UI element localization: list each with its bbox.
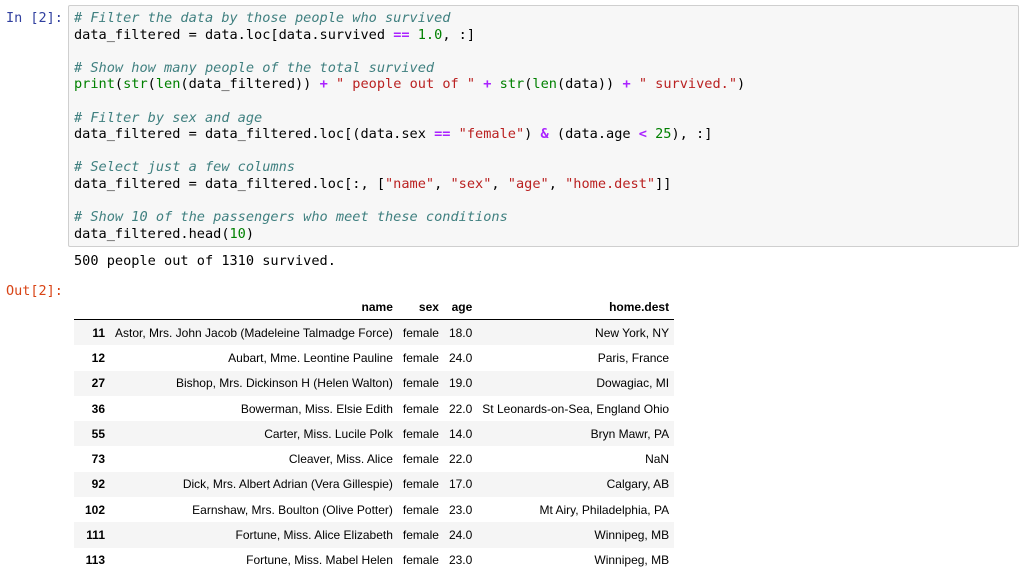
comment-line: # Filter the data by those people who su… xyxy=(74,10,451,26)
table-row: 36 Bowerman, Miss. Elsie Edith female 22.0 S… xyxy=(74,396,674,421)
index-header xyxy=(74,295,110,320)
home-dest-cell: New York, NY xyxy=(595,325,670,340)
sex-cell: female xyxy=(402,528,439,543)
name-cell: Bowerman, Miss. Elsie Edith xyxy=(240,401,393,416)
column-header: home.dest xyxy=(477,295,675,320)
row-index: 73 xyxy=(91,452,105,467)
comment-line: # Show how many people of the total surv… xyxy=(74,59,435,76)
column-header: sex xyxy=(397,295,444,320)
age-cell: 22.0 xyxy=(448,452,473,467)
code-editor[interactable]: # Filter the data by those people who su… xyxy=(74,10,745,242)
sex-cell: female xyxy=(402,350,439,365)
name-cell: Fortune, Miss. Alice Elizabeth xyxy=(235,528,393,543)
column-header: age xyxy=(443,295,478,320)
row-index: 11 xyxy=(92,325,105,340)
sex-cell: female xyxy=(402,553,439,568)
input-prompt: In [2]: xyxy=(6,10,63,26)
stdout-output: 500 people out of 1310 survived. xyxy=(74,253,336,269)
table-row: 92 Dick, Mrs. Albert Adrian (Vera Gillesp… xyxy=(74,471,675,498)
home-dest-cell: Calgary, AB xyxy=(606,477,670,492)
sex-cell: female xyxy=(402,502,439,517)
table-row: 102 Earnshaw, Mrs. Boulton (Olive Potter)… xyxy=(74,497,674,522)
row-index: 92 xyxy=(91,477,105,492)
row-index: 111 xyxy=(86,528,105,543)
comment-line: # Show 10 of the passengers who meet the… xyxy=(74,209,508,226)
table-row: 11 Astor, Mrs. John Jacob (Madeleine Talm… xyxy=(74,319,675,346)
table-row: 111 Fortune, Miss. Alice Elizabeth female 2… xyxy=(74,522,675,548)
sex-cell: female xyxy=(402,426,439,441)
table-row: 55 Carter, Miss. Lucile Polk female 14.0 Bry… xyxy=(74,421,675,447)
home-dest-cell: NaN xyxy=(645,452,670,467)
comment-line: # Select just a few columns xyxy=(74,159,295,176)
name-cell: Aubart, Mme. Leontine Pauline xyxy=(228,350,393,365)
table-row: 27 Bishop, Mrs. Dickinson H (Helen Walton… xyxy=(74,370,675,396)
row-index: 36 xyxy=(91,401,105,416)
age-cell: 22.0 xyxy=(448,401,473,416)
table-row: 73 Cleaver, Miss. Alice female 22.0 NaN xyxy=(74,446,674,471)
age-cell: 19.0 xyxy=(448,376,473,391)
row-index: 27 xyxy=(91,376,105,391)
name-cell: Bishop, Mrs. Dickinson H (Helen Walton) xyxy=(175,376,393,391)
sex-cell: female xyxy=(402,325,439,340)
row-index: 113 xyxy=(85,553,105,568)
name-cell: Cleaver, Miss. Alice xyxy=(288,452,393,467)
home-dest-cell: Paris, France xyxy=(597,350,670,365)
table-row: 113 Fortune, Miss. Mabel Helen female 23.0 W… xyxy=(74,548,674,573)
dataframe-table: name sex age home.dest 11 Astor, Mrs. Joh… xyxy=(74,295,675,573)
home-dest-cell: Winnipeg, MB xyxy=(594,528,670,543)
row-index: 12 xyxy=(91,350,105,365)
age-cell: 14.0 xyxy=(448,426,473,441)
code-cell[interactable]: # Filter the data by those people who su… xyxy=(68,5,1019,247)
sex-cell: female xyxy=(402,376,439,391)
home-dest-cell: Dowagiac, MI xyxy=(596,376,670,391)
comment-line: # Filter by sex and age xyxy=(74,109,263,126)
name-cell: Earnshaw, Mrs. Boulton (Olive Potter) xyxy=(192,502,393,517)
home-dest-cell: Mt Airy, Philadelphia, PA xyxy=(539,502,670,517)
age-cell: 18.0 xyxy=(448,325,473,340)
age-cell: 24.0 xyxy=(448,350,473,365)
sex-cell: female xyxy=(402,452,439,467)
home-dest-cell: St Leonards-on-Sea, England Ohio xyxy=(482,401,670,416)
home-dest-cell: Winnipeg, MB xyxy=(594,553,670,568)
name-cell: Fortune, Miss. Mabel Helen xyxy=(246,553,393,568)
row-index: 55 xyxy=(91,426,105,441)
age-cell: 23.0 xyxy=(448,502,473,517)
name-cell: Astor, Mrs. John Jacob (Madeleine Talmad… xyxy=(115,325,393,340)
table-row: 12 Aubart, Mme. Leontine Pauline female 24.… xyxy=(74,345,674,370)
home-dest-cell: Bryn Mawr, PA xyxy=(590,426,670,441)
age-cell: 17.0 xyxy=(448,477,473,492)
table-header-row: name sex age home.dest xyxy=(74,295,675,320)
sex-cell: female xyxy=(402,477,439,492)
output-prompt: Out[2]: xyxy=(6,283,63,299)
column-header: name xyxy=(110,295,398,320)
name-cell: Carter, Miss. Lucile Polk xyxy=(264,426,393,441)
age-cell: 24.0 xyxy=(448,528,473,543)
age-cell: 23.0 xyxy=(448,553,473,568)
name-cell: Dick, Mrs. Albert Adrian (Vera Gillespie… xyxy=(182,477,393,492)
row-index: 102 xyxy=(84,502,105,517)
sex-cell: female xyxy=(402,401,439,416)
